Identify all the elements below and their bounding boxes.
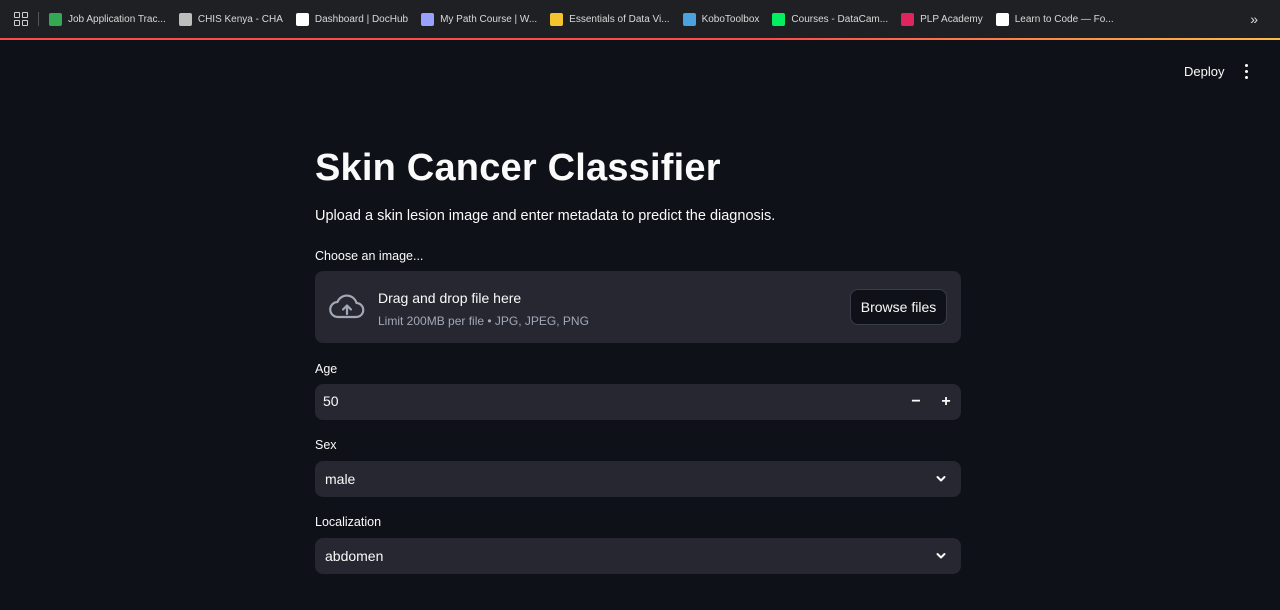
- increment-button[interactable]: +: [931, 384, 961, 420]
- localization-select[interactable]: abdomen: [315, 538, 961, 574]
- cloud-upload-icon: [329, 294, 365, 319]
- globe-icon: [178, 12, 192, 26]
- plp-icon: [901, 12, 915, 26]
- chevron-double-right-icon[interactable]: »: [1250, 11, 1258, 27]
- bookmark-item[interactable]: Job Application Trac...: [49, 12, 166, 26]
- main-content: Skin Cancer Classifier Upload a skin les…: [315, 140, 961, 574]
- bookmark-item[interactable]: Essentials of Data Vi...: [550, 12, 670, 26]
- sex-select[interactable]: male: [315, 461, 961, 497]
- bookmark-label: Courses - DataCam...: [791, 13, 889, 25]
- bookmarks-separator: [38, 12, 39, 26]
- bookmark-item[interactable]: Learn to Code — Fo...: [995, 12, 1114, 26]
- browse-files-button[interactable]: Browse files: [850, 289, 947, 325]
- bookmark-item[interactable]: My Path Course | W...: [421, 12, 538, 26]
- bookmark-label: Essentials of Data Vi...: [569, 13, 670, 25]
- course-icon: [550, 12, 564, 26]
- dropzone-limit-text: Limit 200MB per file • JPG, JPEG, PNG: [378, 314, 589, 328]
- age-value[interactable]: 50: [323, 393, 339, 409]
- bookmark-item[interactable]: Dashboard | DocHub: [295, 12, 409, 26]
- localization-label: Localization: [315, 515, 382, 529]
- sex-label: Sex: [315, 438, 337, 452]
- page-title: Skin Cancer Classifier: [315, 147, 721, 189]
- bookmark-item[interactable]: PLP Academy: [901, 12, 983, 26]
- bookmark-item[interactable]: KoboToolbox: [682, 12, 760, 26]
- bookmark-item[interactable]: Courses - DataCam...: [772, 12, 889, 26]
- age-label: Age: [315, 362, 338, 376]
- bookmark-list: Job Application Trac... CHIS Kenya - CHA D…: [49, 12, 1127, 26]
- bookmark-label: CHIS Kenya - CHA: [197, 13, 283, 25]
- page-subtitle: Upload a skin lesion image and enter met…: [315, 208, 776, 224]
- image-uploader-label: Choose an image...: [315, 249, 424, 263]
- bookmark-label: Dashboard | DocHub: [314, 13, 409, 25]
- bookmark-label: KoboToolbox: [701, 13, 760, 25]
- dochub-icon: [295, 12, 309, 26]
- dropzone-instructions: Drag and drop file here: [378, 290, 522, 306]
- apps-grid-icon[interactable]: [14, 12, 28, 26]
- bookmark-label: Learn to Code — Fo...: [1014, 13, 1114, 25]
- bookmark-label: PLP Academy: [920, 13, 983, 25]
- localization-selected-value: abdomen: [325, 548, 384, 564]
- file-dropzone[interactable]: Drag and drop file here Limit 200MB per …: [315, 271, 961, 343]
- bookmark-item[interactable]: CHIS Kenya - CHA: [178, 12, 283, 26]
- sheets-icon: [49, 12, 62, 26]
- bookmark-label: My Path Course | W...: [440, 13, 538, 25]
- datacamp-icon: [772, 12, 786, 26]
- sex-selected-value: male: [325, 471, 356, 487]
- bookmarks-bar: Job Application Trac... CHIS Kenya - CHA D…: [0, 0, 1280, 38]
- chevron-down-icon: [936, 476, 946, 482]
- chevron-down-icon: [936, 553, 946, 559]
- bookmark-label: Job Application Trac...: [68, 13, 166, 25]
- fcc-icon: [995, 12, 1009, 26]
- app-top-decoration: [0, 38, 1280, 40]
- deploy-button[interactable]: Deploy: [1176, 60, 1232, 82]
- decrement-button[interactable]: −: [901, 384, 931, 420]
- kobo-icon: [682, 12, 696, 26]
- path-icon: [421, 12, 435, 26]
- age-number-input[interactable]: 50 − +: [315, 384, 961, 420]
- kebab-menu-icon[interactable]: [1238, 61, 1254, 81]
